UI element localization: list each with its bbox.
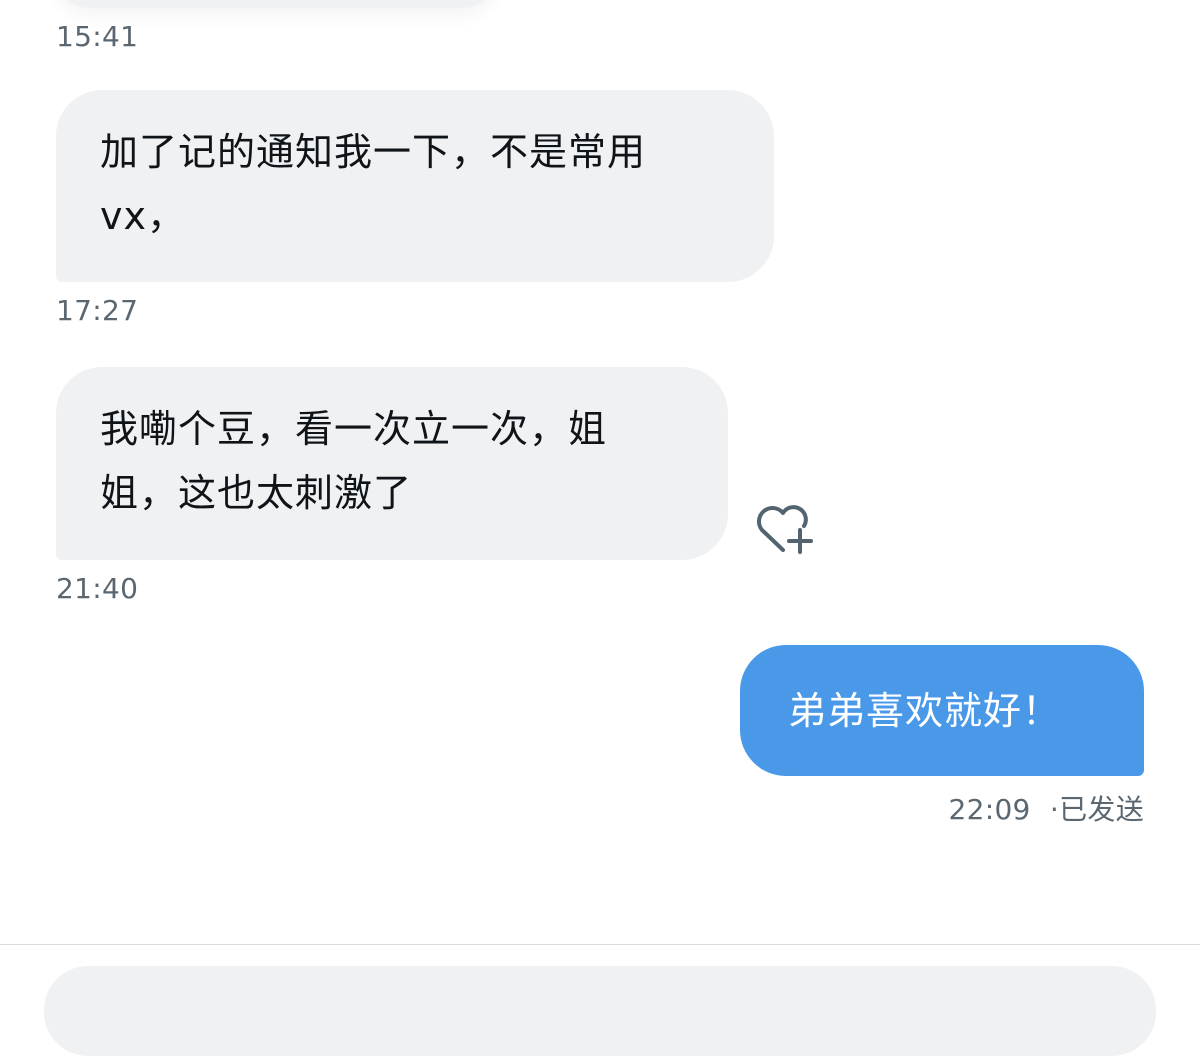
message-bubble-outgoing[interactable]: 弟弟喜欢就好！ xyxy=(740,645,1144,776)
message-bubble-incoming[interactable] xyxy=(56,0,496,8)
message-timestamp: 15:41 xyxy=(56,20,139,53)
message-status: ·已发送 xyxy=(1049,793,1144,826)
message-timestamp: 17:27 xyxy=(56,294,139,327)
message-timestamp: 22:09 xyxy=(948,793,1031,826)
message-text: 弟弟喜欢就好！ xyxy=(788,688,1062,733)
message-compose-input[interactable] xyxy=(44,966,1156,1056)
message-text-line: 姐，这也太刺激了 xyxy=(100,471,413,515)
message-bubble-incoming[interactable]: 加了记的通知我一下，不是常用 vx， xyxy=(56,90,774,282)
composer-divider xyxy=(0,944,1200,945)
message-meta: 22:09 ·已发送 xyxy=(948,788,1144,828)
message-bubble-incoming[interactable]: 我嘞个豆，看一次立一次，姐 姐，这也太刺激了 xyxy=(56,367,728,560)
message-text-line: 加了记的通知我一下，不是常用 xyxy=(100,130,647,174)
message-text-line: 我嘞个豆，看一次立一次，姐 xyxy=(100,407,608,451)
message-text-line: vx， xyxy=(100,194,186,238)
message-timestamp: 21:40 xyxy=(56,572,139,605)
heart-plus-icon[interactable] xyxy=(752,500,822,560)
